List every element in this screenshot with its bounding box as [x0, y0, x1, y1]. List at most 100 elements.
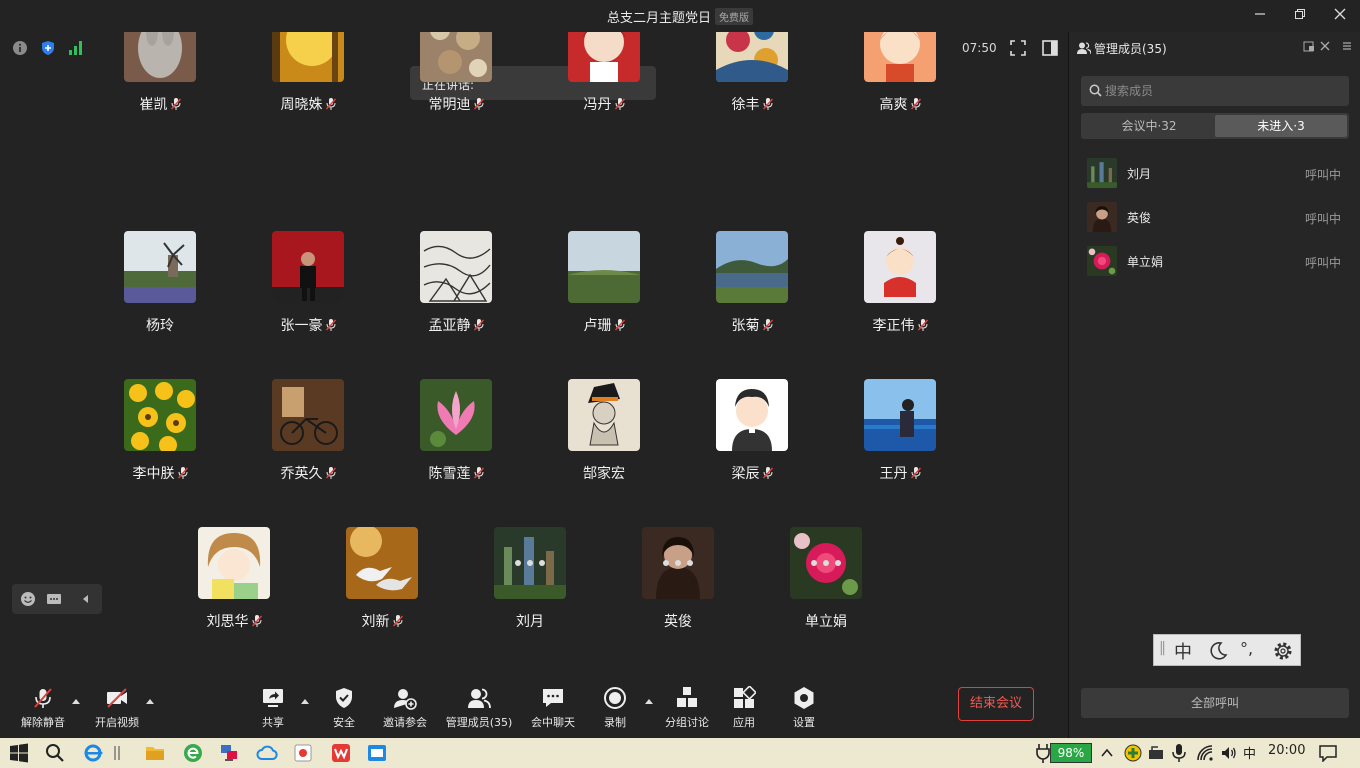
- volume-icon[interactable]: [1220, 744, 1238, 762]
- participant-tile[interactable]: 英俊: [608, 527, 748, 647]
- participant-tile[interactable]: 单立娟: [756, 527, 896, 647]
- participant-tile[interactable]: 崔凯: [90, 32, 230, 130]
- participant-tile[interactable]: 高爽: [830, 32, 970, 130]
- layout-icon[interactable]: [1041, 39, 1059, 57]
- shield-icon[interactable]: [40, 40, 56, 56]
- browser-e-icon[interactable]: [182, 742, 204, 764]
- bullet-chat-icon[interactable]: [46, 591, 62, 607]
- panel-menu-icon[interactable]: [1341, 40, 1353, 52]
- fullscreen-icon[interactable]: [1009, 39, 1027, 57]
- participant-name: 徐丰: [682, 94, 822, 114]
- participant-tile[interactable]: 乔英久: [238, 379, 378, 499]
- participant-avatar-image: [272, 231, 344, 303]
- participant-avatar-image: [568, 32, 640, 82]
- participant-avatar-image: [272, 379, 344, 451]
- participant-tile[interactable]: 卢珊: [534, 231, 674, 351]
- start-video-button[interactable]: 开启视频: [92, 684, 142, 734]
- ie-browser-icon[interactable]: [82, 742, 104, 764]
- participant-tile[interactable]: 王丹: [830, 379, 970, 499]
- security-button[interactable]: 安全: [326, 684, 362, 734]
- participant-name: 王丹: [830, 463, 970, 483]
- settings-button[interactable]: 设置: [786, 684, 822, 734]
- wifi-icon[interactable]: [1196, 744, 1214, 762]
- avatar: [568, 32, 640, 82]
- record-button[interactable]: 录制: [597, 684, 633, 734]
- ime-drag-handle[interactable]: ‖: [1159, 640, 1166, 656]
- participant-name-text: 张菊: [731, 318, 760, 334]
- member-row[interactable]: 单立娟 呼叫中: [1087, 246, 1347, 278]
- wps-office-icon[interactable]: [330, 742, 352, 764]
- ime-mode-toggle[interactable]: 中: [1174, 638, 1192, 664]
- participant-tile[interactable]: 郜家宏: [534, 379, 674, 499]
- participant-tile[interactable]: 李中朕: [90, 379, 230, 499]
- collapse-arrow-icon[interactable]: [78, 591, 94, 607]
- member-row[interactable]: 刘月 呼叫中: [1087, 158, 1347, 190]
- tray-device-icon[interactable]: [1148, 745, 1166, 761]
- chat-button[interactable]: 会中聊天: [528, 684, 578, 734]
- participant-tile[interactable]: 陈雪莲: [386, 379, 526, 499]
- invite-button[interactable]: 邀请参会: [380, 684, 430, 734]
- member-status: 呼叫中: [1304, 212, 1341, 226]
- close-button[interactable]: [1322, 4, 1358, 28]
- windows-start-icon[interactable]: [8, 742, 30, 764]
- participant-tile[interactable]: 刘新: [312, 527, 452, 647]
- share-button[interactable]: 共享: [254, 684, 292, 734]
- taskbar-clock[interactable]: 20:00: [1268, 743, 1305, 758]
- member-row[interactable]: 英俊 呼叫中: [1087, 202, 1347, 234]
- manage-members-button[interactable]: 管理成员(35): [444, 684, 514, 734]
- participant-tile[interactable]: 刘思华: [164, 527, 304, 647]
- tab-in-meeting[interactable]: 会议中·32: [1083, 115, 1215, 137]
- start-video-label: 开启视频: [95, 716, 139, 729]
- participant-name: 刘月: [460, 611, 600, 631]
- tray-expand-chevron-icon[interactable]: [1100, 746, 1114, 760]
- ime-punct-toggle[interactable]: °,: [1240, 639, 1253, 658]
- signal-icon[interactable]: [68, 40, 84, 56]
- apps-button[interactable]: 应用: [726, 684, 762, 734]
- breakout-button[interactable]: 分组讨论: [662, 684, 712, 734]
- cloud-app-icon[interactable]: [256, 742, 278, 764]
- participant-tile[interactable]: 冯丹: [534, 32, 674, 130]
- participant-tile[interactable]: 常明迪: [386, 32, 526, 130]
- unmute-button[interactable]: 解除静音: [18, 684, 68, 734]
- meeting-app-taskbar-icon[interactable]: [366, 742, 388, 764]
- participant-tile[interactable]: 张菊: [682, 231, 822, 351]
- record-icon: [604, 687, 626, 709]
- participant-tile[interactable]: 李正伟: [830, 231, 970, 351]
- emoji-icon[interactable]: [20, 591, 36, 607]
- file-explorer-icon[interactable]: [144, 742, 166, 764]
- participant-tile[interactable]: 刘月: [460, 527, 600, 647]
- remote-desktop-icon[interactable]: [218, 742, 240, 764]
- info-icon[interactable]: [12, 40, 28, 56]
- video-options-caret-icon[interactable]: [146, 698, 154, 704]
- tray-plus-icon[interactable]: [1124, 744, 1142, 762]
- microphone-icon[interactable]: [1172, 743, 1186, 763]
- audio-options-caret-icon[interactable]: [72, 698, 80, 704]
- restore-button[interactable]: [1282, 4, 1318, 28]
- tab-not-joined[interactable]: 未进入·3: [1215, 115, 1347, 137]
- panel-close-icon[interactable]: [1319, 40, 1331, 52]
- participant-tile[interactable]: 张一豪: [238, 231, 378, 351]
- moon-icon[interactable]: [1208, 641, 1228, 661]
- participant-tile[interactable]: 杨玲: [90, 231, 230, 351]
- input-language-indicator[interactable]: 中: [1243, 743, 1256, 762]
- battery-indicator[interactable]: 98%: [1050, 743, 1092, 763]
- paint-app-icon[interactable]: [292, 742, 314, 764]
- call-all-button[interactable]: 全部呼叫: [1081, 688, 1349, 718]
- end-meeting-button[interactable]: 结束会议: [958, 687, 1034, 721]
- mic-muted-icon: [170, 98, 181, 110]
- participant-tile[interactable]: 梁辰: [682, 379, 822, 499]
- notification-center-icon[interactable]: [1318, 744, 1338, 762]
- participant-tile[interactable]: 徐丰: [682, 32, 822, 130]
- share-screen-icon: [263, 689, 283, 707]
- avatar: [420, 32, 492, 82]
- taskbar-search-icon[interactable]: [44, 742, 66, 764]
- participant-tile[interactable]: 周晓姝: [238, 32, 378, 130]
- minimize-button[interactable]: [1242, 4, 1278, 28]
- unmute-label: 解除静音: [21, 716, 65, 729]
- popout-icon[interactable]: [1303, 40, 1315, 52]
- gear-icon[interactable]: [1272, 640, 1294, 662]
- share-options-caret-icon[interactable]: [301, 698, 309, 704]
- search-input[interactable]: [1105, 76, 1341, 106]
- participant-tile[interactable]: 孟亚静: [386, 231, 526, 351]
- record-options-caret-icon[interactable]: [645, 698, 653, 704]
